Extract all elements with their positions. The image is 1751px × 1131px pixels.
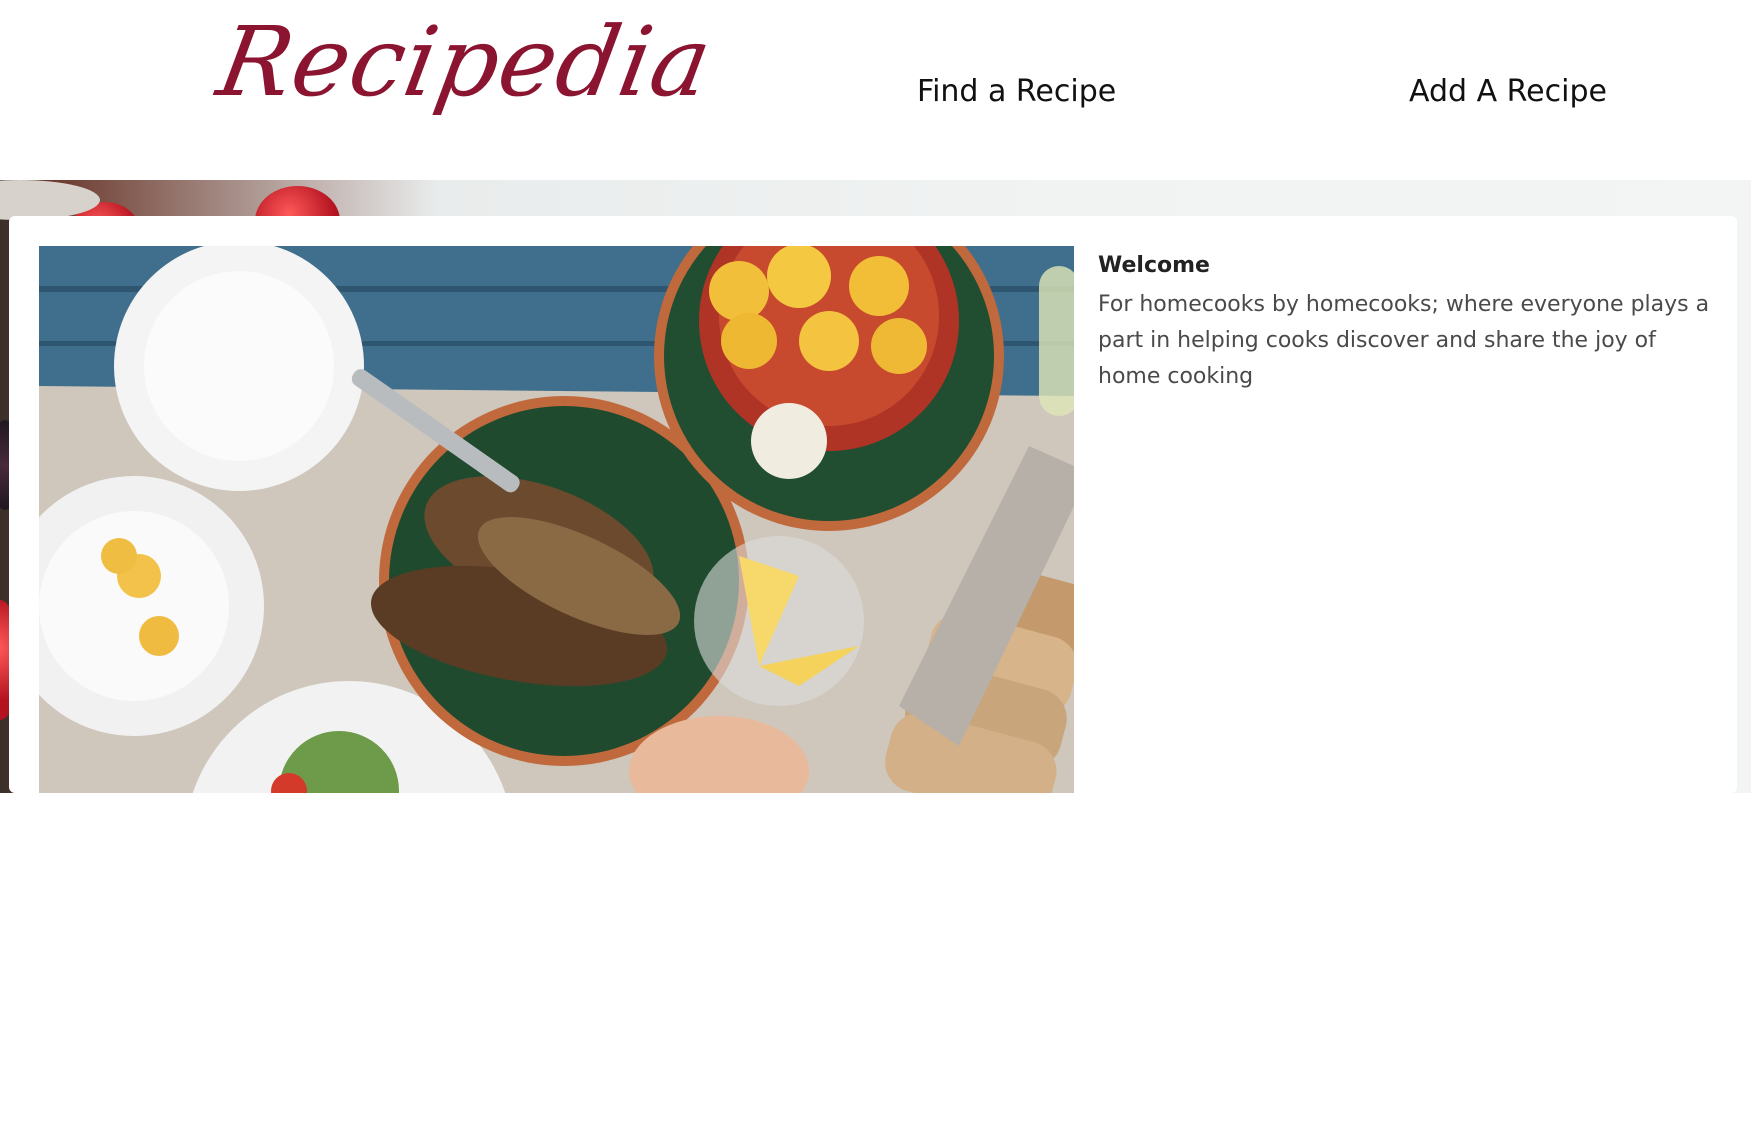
nav-add-recipe[interactable]: Add A Recipe	[1409, 74, 1607, 110]
welcome-title: Welcome	[1098, 253, 1210, 278]
welcome-section: Welcome For homecooks by homecooks; wher…	[1098, 252, 1718, 395]
welcome-text: For homecooks by homecooks; where everyo…	[1098, 291, 1710, 389]
page: Recipedia Find a Recipe Add A Recipe Wel…	[0, 0, 1751, 1131]
nav-find-recipe[interactable]: Find a Recipe	[917, 74, 1116, 110]
site-header: Recipedia Find a Recipe Add A Recipe	[9, 0, 1737, 180]
food-table-photo-icon	[39, 246, 1074, 793]
hero-image	[39, 246, 1074, 793]
welcome-card: Welcome For homecooks by homecooks; wher…	[9, 216, 1737, 793]
site-logo[interactable]: Recipedia	[210, 6, 720, 118]
